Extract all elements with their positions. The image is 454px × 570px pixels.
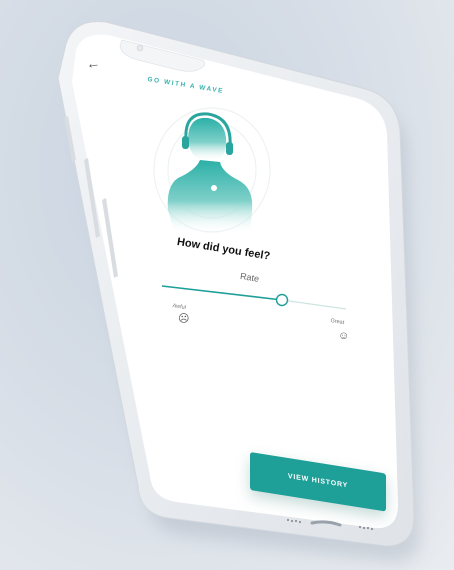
slider-thumb[interactable] <box>275 293 289 307</box>
front-camera-icon <box>136 44 144 52</box>
back-arrow-icon[interactable]: ← <box>85 54 101 72</box>
happy-face-icon: ☺ <box>338 330 350 342</box>
heart-dot-icon <box>211 185 217 191</box>
phone-mockup: ← GO WITH A WAVE How did you feel? Rate … <box>0 0 454 570</box>
sad-face-icon: ☹ <box>178 313 190 325</box>
phone-screen <box>72 34 398 529</box>
